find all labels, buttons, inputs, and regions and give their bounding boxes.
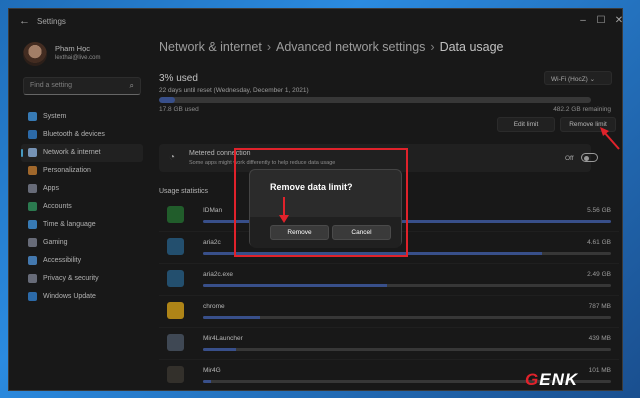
settings-window: ← Settings – ☐ ✕ Pham Học lexthai@live.c… [8, 8, 623, 391]
annotation-box-dialog [234, 148, 408, 257]
annotation-arrow-remove [279, 197, 289, 223]
genk-logo: GENK [525, 370, 579, 389]
annotation-arrow-remove-limit [600, 127, 620, 150]
